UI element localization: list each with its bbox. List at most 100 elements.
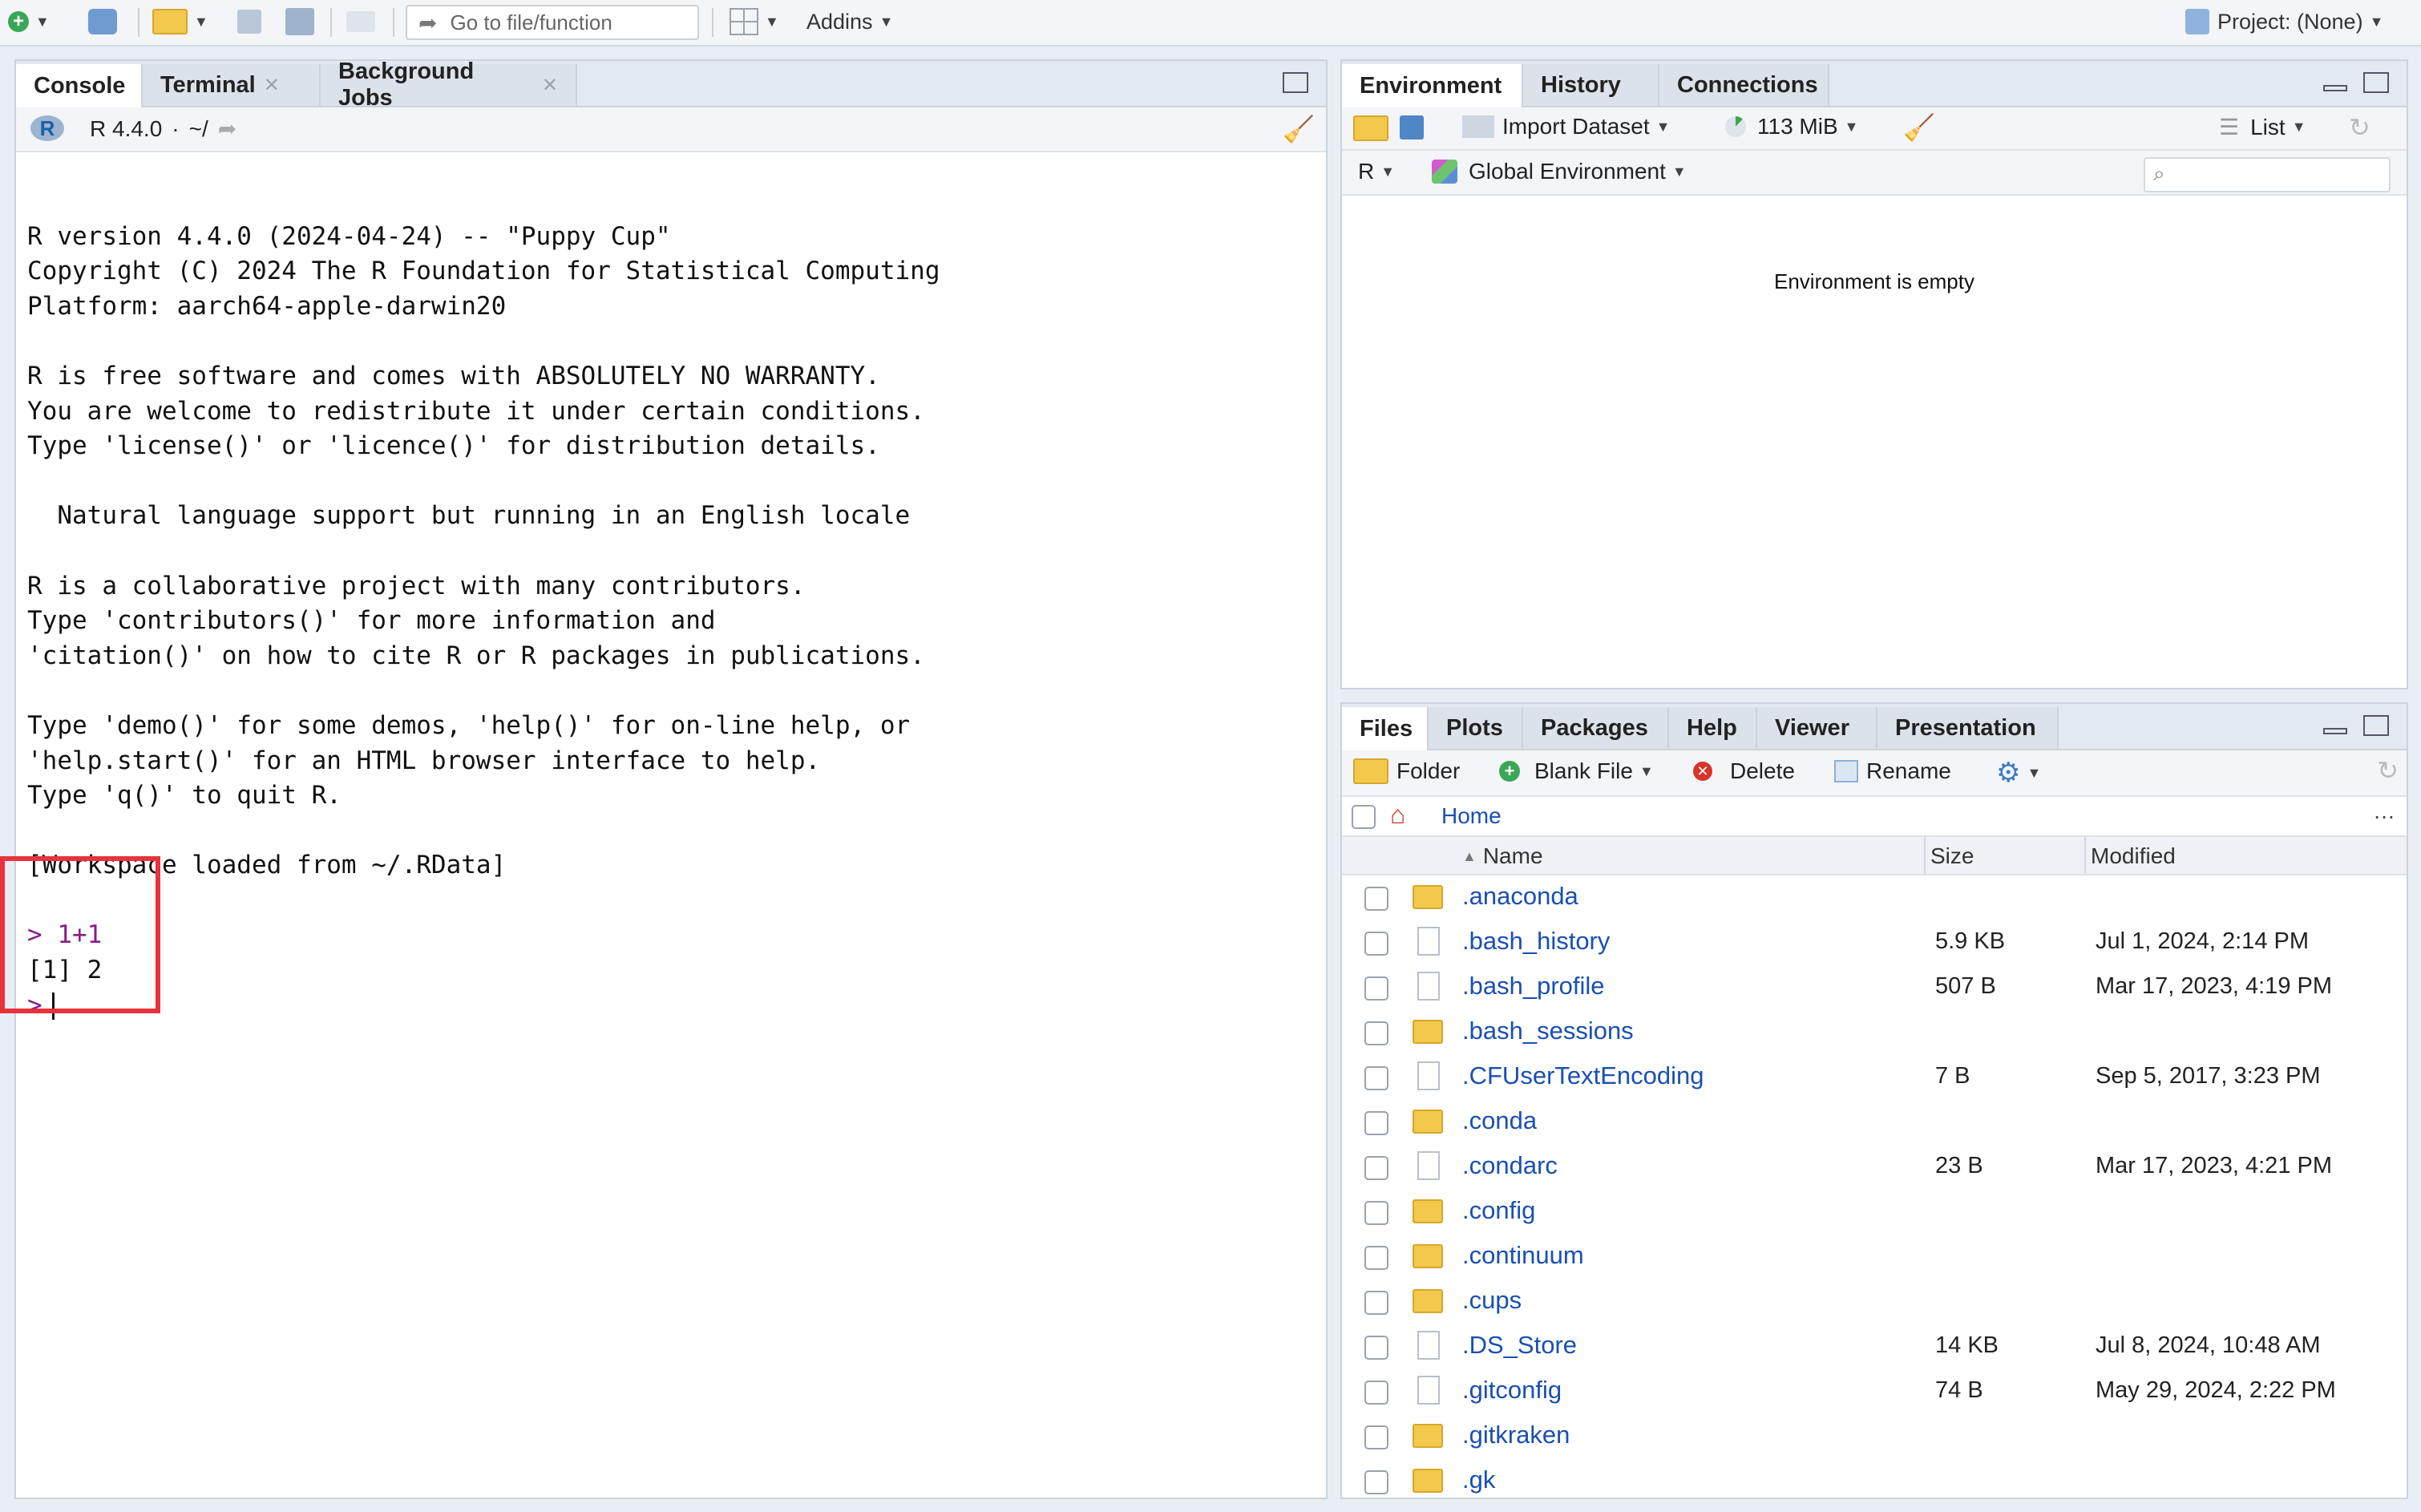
maximize-pane-icon[interactable] [1283,72,1308,93]
delete-button[interactable]: ✕ Delete [1693,758,1795,784]
home-icon[interactable]: ⌂ [1390,800,1405,830]
row-checkbox[interactable] [1364,1470,1388,1494]
file-row[interactable]: .continuum [1342,1235,2407,1280]
file-name[interactable]: .DS_Store [1462,1331,1577,1360]
row-checkbox[interactable] [1364,1381,1388,1405]
console-result: [1] 2 [27,956,103,985]
tab-background-jobs[interactable]: Background Jobs ✕ [321,59,577,111]
new-project-button[interactable] [88,5,117,38]
save-button[interactable] [237,5,261,38]
row-checkbox[interactable] [1364,1066,1388,1090]
goto-file-input[interactable]: ➦ Go to file/function [406,5,699,40]
env-search-input[interactable]: ⌕ [2144,157,2391,192]
file-row[interactable]: .bash_sessions [1342,1010,2407,1055]
file-row[interactable]: .gitconfig 74 B May 29, 2024, 2:22 PM [1342,1369,2407,1414]
new-file-button[interactable]: + ▼ [8,5,50,38]
workspace-panes-button[interactable]: ▼ [730,5,779,38]
load-workspace-button[interactable] [1353,115,1388,141]
tab-history[interactable]: History [1523,64,1659,106]
file-row[interactable]: .anaconda [1342,875,2407,920]
column-modified[interactable]: Modified [2091,843,2176,869]
column-name[interactable]: ▲ Name [1462,843,1543,869]
row-checkbox[interactable] [1364,1246,1388,1270]
file-name[interactable]: .config [1462,1196,1535,1225]
file-row[interactable]: .CFUserTextEncoding 7 B Sep 5, 2017, 3:23 … [1342,1055,2407,1100]
save-all-button[interactable] [285,5,314,38]
more-gear-button[interactable]: ⚙ ▼ [1996,757,2041,789]
project-icon [88,9,117,34]
file-row[interactable]: .gk [1342,1459,2407,1498]
file-name[interactable]: .gk [1462,1466,1495,1494]
file-name[interactable]: .anaconda [1462,882,1578,911]
file-name[interactable]: .gitconfig [1462,1376,1562,1405]
row-checkbox[interactable] [1364,1291,1388,1315]
row-checkbox[interactable] [1364,1021,1388,1045]
row-checkbox[interactable] [1364,1201,1388,1225]
row-checkbox[interactable] [1364,1425,1388,1449]
file-name[interactable]: .bash_history [1462,927,1610,956]
row-checkbox[interactable] [1364,932,1388,956]
file-name[interactable]: .gitkraken [1462,1421,1570,1449]
rename-button[interactable]: Rename [1834,758,1951,784]
tab-files[interactable]: Files [1342,707,1429,750]
goto-dir-icon[interactable]: ➦ [218,115,236,142]
tab-viewer[interactable]: Viewer [1757,707,1877,749]
blank-file-button[interactable]: + Blank File ▼ [1499,758,1654,784]
tab-presentation[interactable]: Presentation [1877,707,2059,749]
tab-environment[interactable]: Environment [1342,64,1523,107]
file-row[interactable]: .DS_Store 14 KB Jul 8, 2024, 10:48 AM [1342,1324,2407,1369]
file-row[interactable]: .config [1342,1190,2407,1235]
file-row[interactable]: .conda [1342,1100,2407,1145]
clear-environment-button[interactable]: 🧹 [1903,112,1935,143]
minimize-pane-icon[interactable] [2323,728,2347,734]
save-workspace-button[interactable] [1400,115,1424,139]
new-folder-button[interactable]: Folder [1353,758,1460,784]
scope-menu[interactable]: Global Environment ▼ [1432,159,1687,184]
file-name[interactable]: .bash_sessions [1462,1017,1634,1045]
tab-terminal[interactable]: Terminal ✕ [143,64,321,106]
row-checkbox[interactable] [1364,1336,1388,1360]
column-size[interactable]: Size [1930,843,1974,869]
addins-menu[interactable]: Addins ▼ [806,5,893,38]
close-icon[interactable]: ✕ [542,74,558,97]
console-output[interactable]: R version 4.4.0 (2024-04-24) -- "Puppy C… [27,184,940,1023]
tab-connections[interactable]: Connections [1659,64,1829,106]
file-name[interactable]: .cups [1462,1286,1522,1315]
row-checkbox[interactable] [1364,976,1388,1001]
import-dataset-button[interactable]: Import Dataset ▼ [1462,114,1670,139]
clear-console-icon[interactable]: 🧹 [1283,114,1315,144]
tab-console[interactable]: Console [16,64,143,107]
language-menu[interactable]: R ▼ [1358,159,1395,184]
tab-packages[interactable]: Packages [1523,707,1669,749]
row-checkbox[interactable] [1364,1111,1388,1135]
file-name[interactable]: .conda [1462,1106,1537,1135]
file-name[interactable]: .CFUserTextEncoding [1462,1061,1704,1090]
row-checkbox[interactable] [1364,887,1388,911]
print-button[interactable] [346,5,375,38]
refresh-icon[interactable]: ↻ [2349,112,2370,143]
maximize-pane-icon[interactable] [2363,72,2389,93]
breadcrumb-home[interactable]: Home [1441,803,1502,829]
row-checkbox[interactable] [1364,1156,1388,1180]
file-row[interactable]: .gitkraken [1342,1414,2407,1459]
open-file-button[interactable]: ▼ [152,5,208,38]
minimize-pane-icon[interactable] [2323,85,2347,91]
select-all-checkbox[interactable] [1352,805,1376,829]
file-name[interactable]: .continuum [1462,1241,1584,1270]
close-icon[interactable]: ✕ [264,74,280,97]
more-options-icon[interactable]: … [2373,798,2395,824]
tab-plots[interactable]: Plots [1429,707,1523,749]
file-row[interactable]: .bash_profile 507 B Mar 17, 2023, 4:19 PM [1342,965,2407,1010]
memory-usage-button[interactable]: 113 MiB ▼ [1725,114,1858,139]
project-menu[interactable]: Project: (None) ▼ [2185,5,2383,38]
refresh-icon[interactable]: ↻ [2377,755,2399,786]
file-name[interactable]: .bash_profile [1462,972,1605,1001]
view-mode-menu[interactable]: ☰ List ▼ [2219,114,2306,140]
file-row[interactable]: .condarc 23 B Mar 17, 2023, 4:21 PM [1342,1145,2407,1190]
tab-help[interactable]: Help [1669,707,1757,749]
file-name[interactable]: .condarc [1462,1151,1558,1180]
maximize-pane-icon[interactable] [2363,715,2389,736]
file-row[interactable]: .cups [1342,1280,2407,1324]
file-row[interactable]: .bash_history 5.9 KB Jul 1, 2024, 2:14 PM [1342,920,2407,965]
